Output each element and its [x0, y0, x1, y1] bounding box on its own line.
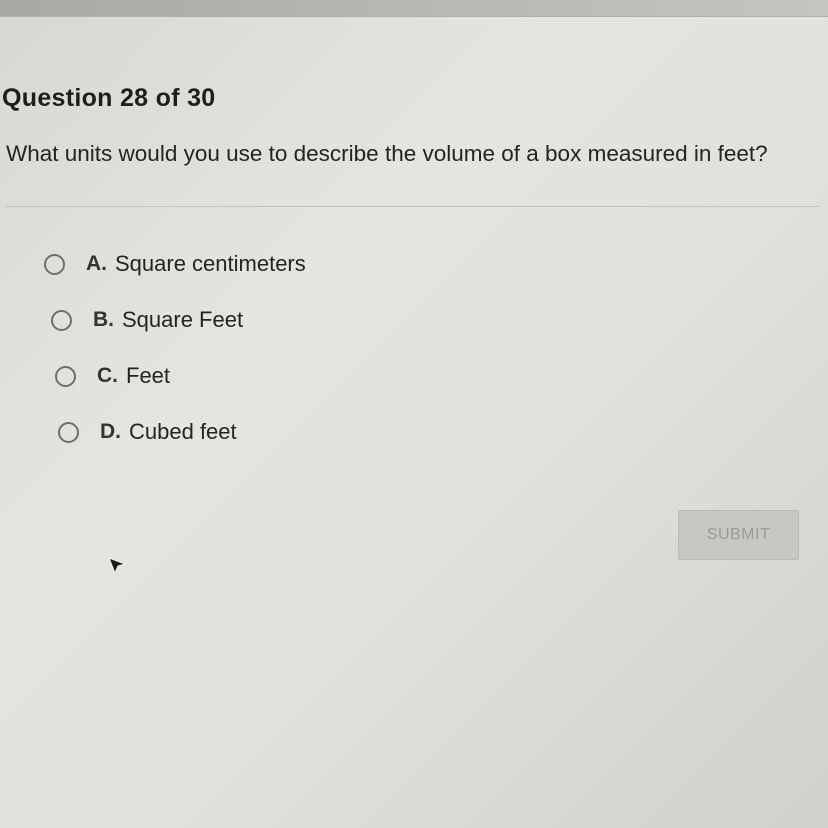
option-label: Square centimeters — [115, 251, 306, 276]
option-letter: D. — [100, 420, 121, 443]
option-letter: B. — [93, 308, 114, 331]
radio-unchecked-icon[interactable] — [58, 421, 79, 443]
option-d[interactable]: D. Cubed feet — [58, 419, 237, 445]
radio-unchecked-icon[interactable] — [44, 253, 65, 275]
mouse-pointer-icon — [108, 557, 127, 575]
radio-unchecked-icon[interactable] — [55, 365, 76, 387]
option-label: Feet — [126, 363, 171, 388]
option-letter: C. — [97, 364, 118, 387]
radio-unchecked-icon[interactable] — [51, 309, 72, 331]
option-label: Cubed feet — [129, 419, 237, 444]
quiz-question-panel: Question 28 of 30 What units would you u… — [0, 0, 828, 828]
option-b[interactable]: B. Square Feet — [51, 307, 243, 333]
option-a[interactable]: A. Square centimeters — [44, 251, 306, 277]
answer-options: A. Square centimeters B. Square Feet C. … — [0, 0, 828, 828]
option-c[interactable]: C. Feet — [55, 363, 170, 389]
submit-button[interactable]: SUBMIT — [678, 510, 799, 560]
option-label: Square Feet — [122, 307, 244, 332]
option-letter: A. — [86, 252, 107, 275]
